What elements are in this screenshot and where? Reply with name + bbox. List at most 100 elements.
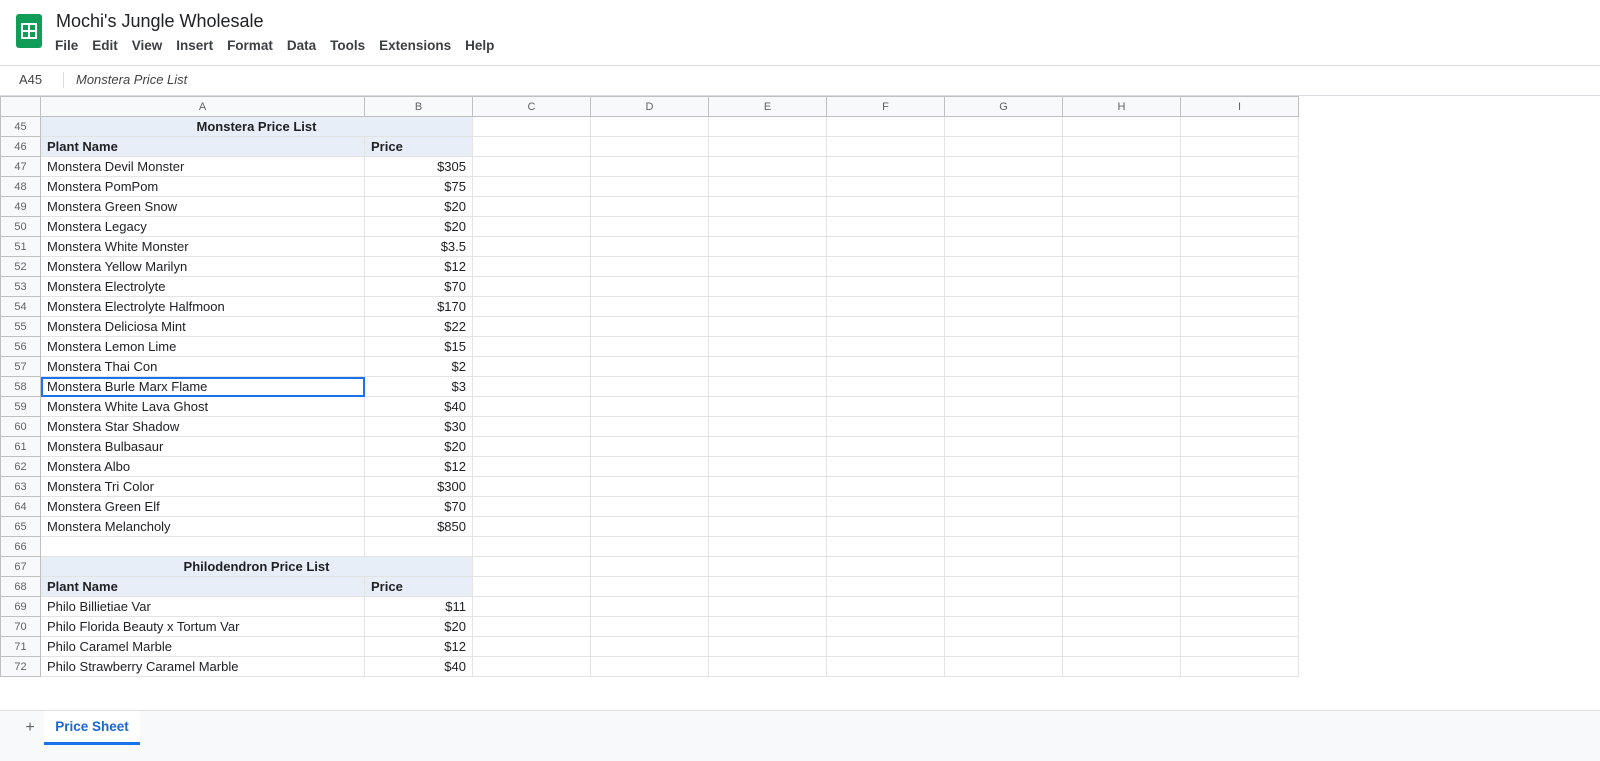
empty-cell[interactable] [1180,436,1299,457]
empty-cell[interactable] [944,176,1063,197]
empty-cell[interactable] [944,316,1063,337]
empty-cell[interactable] [472,476,591,497]
empty-cell[interactable] [1062,376,1181,397]
empty-cell[interactable] [590,356,709,377]
plant-name-cell[interactable]: Monstera Lemon Lime [40,336,365,357]
column-label-cell[interactable]: Plant Name [40,576,365,597]
empty-cell[interactable] [708,476,827,497]
menu-view[interactable]: View [125,36,170,55]
empty-cell[interactable] [472,516,591,537]
empty-cell[interactable] [590,596,709,617]
row-header[interactable]: 63 [0,476,41,497]
empty-cell[interactable] [472,136,591,157]
price-cell[interactable]: $305 [364,156,473,177]
empty-cell[interactable] [708,456,827,477]
row-header[interactable]: 65 [0,516,41,537]
plant-name-cell[interactable]: Monstera Yellow Marilyn [40,256,365,277]
empty-cell[interactable] [708,396,827,417]
empty-cell[interactable] [1062,456,1181,477]
empty-cell[interactable] [1062,336,1181,357]
empty-cell[interactable] [708,156,827,177]
row-header[interactable]: 49 [0,196,41,217]
empty-cell[interactable] [944,356,1063,377]
row-header[interactable]: 46 [0,136,41,157]
empty-cell[interactable] [1180,256,1299,277]
empty-cell[interactable] [472,556,591,577]
empty-cell[interactable] [826,636,945,657]
empty-cell[interactable] [826,136,945,157]
sheets-logo-icon[interactable] [16,14,42,48]
empty-cell[interactable] [1180,176,1299,197]
price-cell[interactable]: $30 [364,416,473,437]
empty-cell[interactable] [708,656,827,677]
empty-cell[interactable] [472,176,591,197]
empty-cell[interactable] [944,416,1063,437]
row-header[interactable]: 58 [0,376,41,397]
plant-name-cell[interactable]: Monstera PomPom [40,176,365,197]
empty-cell[interactable] [590,576,709,597]
empty-cell[interactable] [944,616,1063,637]
empty-cell[interactable] [590,216,709,237]
select-all-corner[interactable] [0,96,41,117]
empty-cell[interactable] [708,116,827,137]
plant-name-cell[interactable]: Philo Caramel Marble [40,636,365,657]
price-cell[interactable]: $12 [364,256,473,277]
empty-cell[interactable] [472,236,591,257]
plant-name-cell[interactable]: Philo Florida Beauty x Tortum Var [40,616,365,637]
empty-cell[interactable] [1062,576,1181,597]
empty-cell[interactable] [708,216,827,237]
row-header[interactable]: 51 [0,236,41,257]
price-cell[interactable]: $70 [364,276,473,297]
menu-help[interactable]: Help [458,36,501,55]
menu-insert[interactable]: Insert [169,36,220,55]
price-cell[interactable]: $12 [364,456,473,477]
empty-cell[interactable] [944,576,1063,597]
add-sheet-button[interactable]: + [20,719,40,737]
empty-cell[interactable] [1180,296,1299,317]
empty-cell[interactable] [1180,276,1299,297]
price-cell[interactable]: $40 [364,656,473,677]
empty-cell[interactable] [472,416,591,437]
empty-cell[interactable] [944,296,1063,317]
empty-cell[interactable] [590,136,709,157]
empty-cell[interactable] [472,156,591,177]
empty-cell[interactable] [590,656,709,677]
empty-cell[interactable] [590,496,709,517]
empty-cell[interactable] [1062,596,1181,617]
empty-cell[interactable] [944,596,1063,617]
row-header[interactable]: 57 [0,356,41,377]
price-cell[interactable]: $70 [364,496,473,517]
empty-cell[interactable] [1180,456,1299,477]
empty-cell[interactable] [1180,116,1299,137]
empty-cell[interactable] [708,296,827,317]
document-title[interactable]: Mochi's Jungle Wholesale [56,11,264,32]
empty-cell[interactable] [472,596,591,617]
empty-cell[interactable] [944,336,1063,357]
empty-cell[interactable] [826,156,945,177]
empty-cell[interactable] [1062,516,1181,537]
plant-name-cell[interactable]: Monstera White Lava Ghost [40,396,365,417]
empty-cell[interactable] [708,236,827,257]
empty-cell[interactable] [590,236,709,257]
row-header[interactable]: 47 [0,156,41,177]
column-label-cell[interactable]: Price [364,136,473,157]
empty-cell[interactable] [944,376,1063,397]
empty-cell[interactable] [1180,136,1299,157]
empty-cell[interactable] [1062,396,1181,417]
price-cell[interactable]: $22 [364,316,473,337]
menu-extensions[interactable]: Extensions [372,36,458,55]
empty-cell[interactable] [590,196,709,217]
empty-cell[interactable] [826,116,945,137]
price-cell[interactable]: $12 [364,636,473,657]
empty-cell[interactable] [1062,436,1181,457]
column-header-d[interactable]: D [590,96,709,117]
row-header[interactable]: 45 [0,116,41,137]
price-cell[interactable]: $20 [364,436,473,457]
empty-cell[interactable] [826,456,945,477]
formula-input[interactable]: Monstera Price List [76,72,187,87]
sheet-tab-price-sheet[interactable]: Price Sheet [44,711,140,745]
empty-cell[interactable] [1180,536,1299,557]
empty-cell[interactable] [826,536,945,557]
empty-cell[interactable] [826,616,945,637]
price-cell[interactable]: $300 [364,476,473,497]
